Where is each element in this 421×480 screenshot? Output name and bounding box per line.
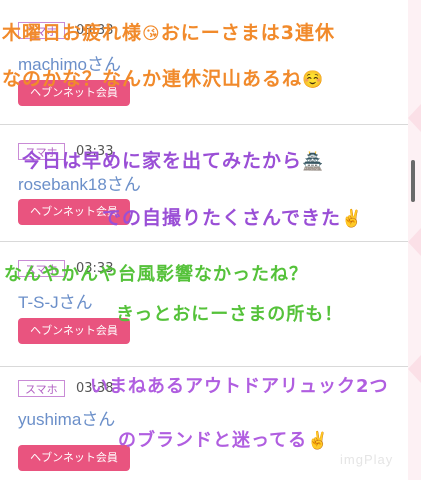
overlay-caption-line: きっとおにーさまの所も！: [116, 304, 344, 325]
chevron-left-icon: [408, 104, 421, 132]
username-link[interactable]: T-S-Jさん: [18, 288, 93, 313]
overlay-caption-line: のブランドと迷ってる✌️: [118, 430, 330, 451]
device-tag: スマホ: [18, 380, 65, 397]
victory-hand-icon: ✌️: [341, 209, 364, 229]
overlay-caption-line: 今日は早めに家を出てみたから🏯: [22, 150, 325, 172]
overlay-caption-line: での自撮りたくさんできた✌️: [102, 207, 364, 229]
overlay-caption-line: なのかな？なんか連休沢山あるね☺️: [2, 68, 325, 90]
kiss-emoji-icon: 😘: [142, 24, 161, 44]
victory-hand-icon: ✌️: [307, 431, 330, 451]
castle-emoji-icon: 🏯: [302, 152, 325, 172]
watermark: imgPlay: [340, 452, 394, 467]
overlay-caption-line: いまねあるアウトドアリュック2つ: [90, 376, 389, 397]
overlay-caption-line: なんやかんや台風影響なかったね？: [4, 264, 308, 285]
smile-emoji-icon: ☺️: [302, 70, 325, 90]
member-badge-button[interactable]: ヘブンネット会員: [18, 445, 130, 471]
username-link[interactable]: rosebank18さん: [18, 170, 141, 195]
member-badge-button[interactable]: ヘブンネット会員: [18, 318, 130, 344]
scrollbar-thumb[interactable]: [411, 160, 415, 202]
overlay-caption-line: 木曜日お疲れ様😘おにーさまは3連休: [2, 22, 335, 44]
right-rail: [408, 0, 421, 480]
chevron-left-icon: [408, 355, 421, 383]
username-link[interactable]: yushimaさん: [18, 405, 115, 430]
chevron-left-icon: [408, 228, 421, 256]
